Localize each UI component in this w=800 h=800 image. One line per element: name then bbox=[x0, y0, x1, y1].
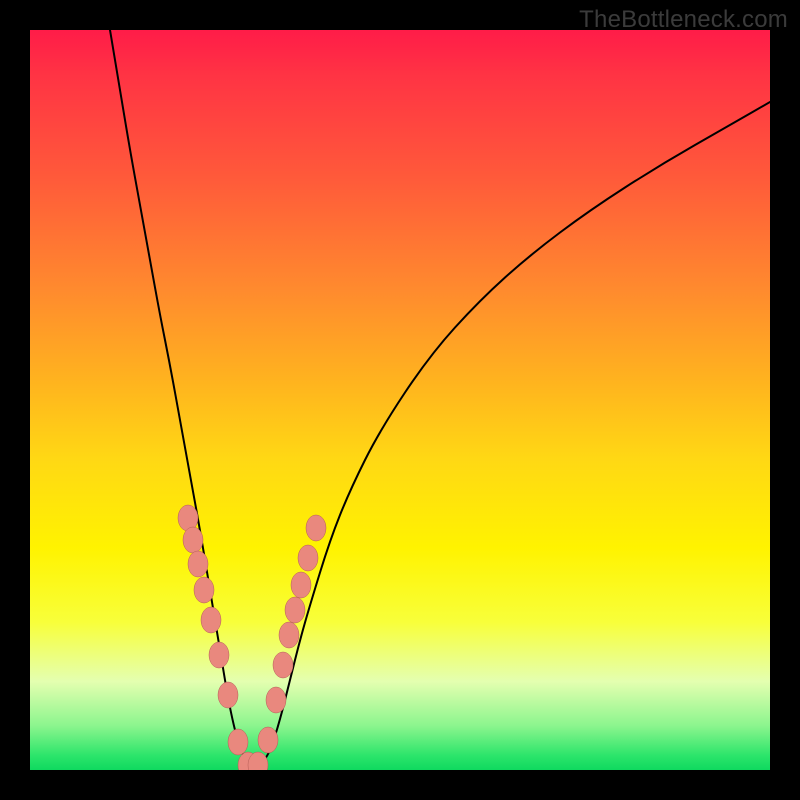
highlight-dot bbox=[285, 597, 305, 623]
highlight-dots-group bbox=[178, 505, 326, 770]
highlight-dot bbox=[273, 652, 293, 678]
highlight-dot bbox=[201, 607, 221, 633]
attribution-text: TheBottleneck.com bbox=[579, 6, 788, 34]
highlight-dot bbox=[258, 727, 278, 753]
chart-svg-overlay bbox=[30, 30, 770, 770]
highlight-dot bbox=[209, 642, 229, 668]
highlight-dot bbox=[291, 572, 311, 598]
highlight-dot bbox=[218, 682, 238, 708]
highlight-dot bbox=[228, 729, 248, 755]
highlight-dot bbox=[183, 527, 203, 553]
highlight-dot bbox=[194, 577, 214, 603]
highlight-dot bbox=[266, 687, 286, 713]
highlight-dot bbox=[279, 622, 299, 648]
highlight-dot bbox=[188, 551, 208, 577]
highlight-dot bbox=[298, 545, 318, 571]
highlight-dot bbox=[306, 515, 326, 541]
chart-container: TheBottleneck.com bbox=[0, 0, 800, 800]
